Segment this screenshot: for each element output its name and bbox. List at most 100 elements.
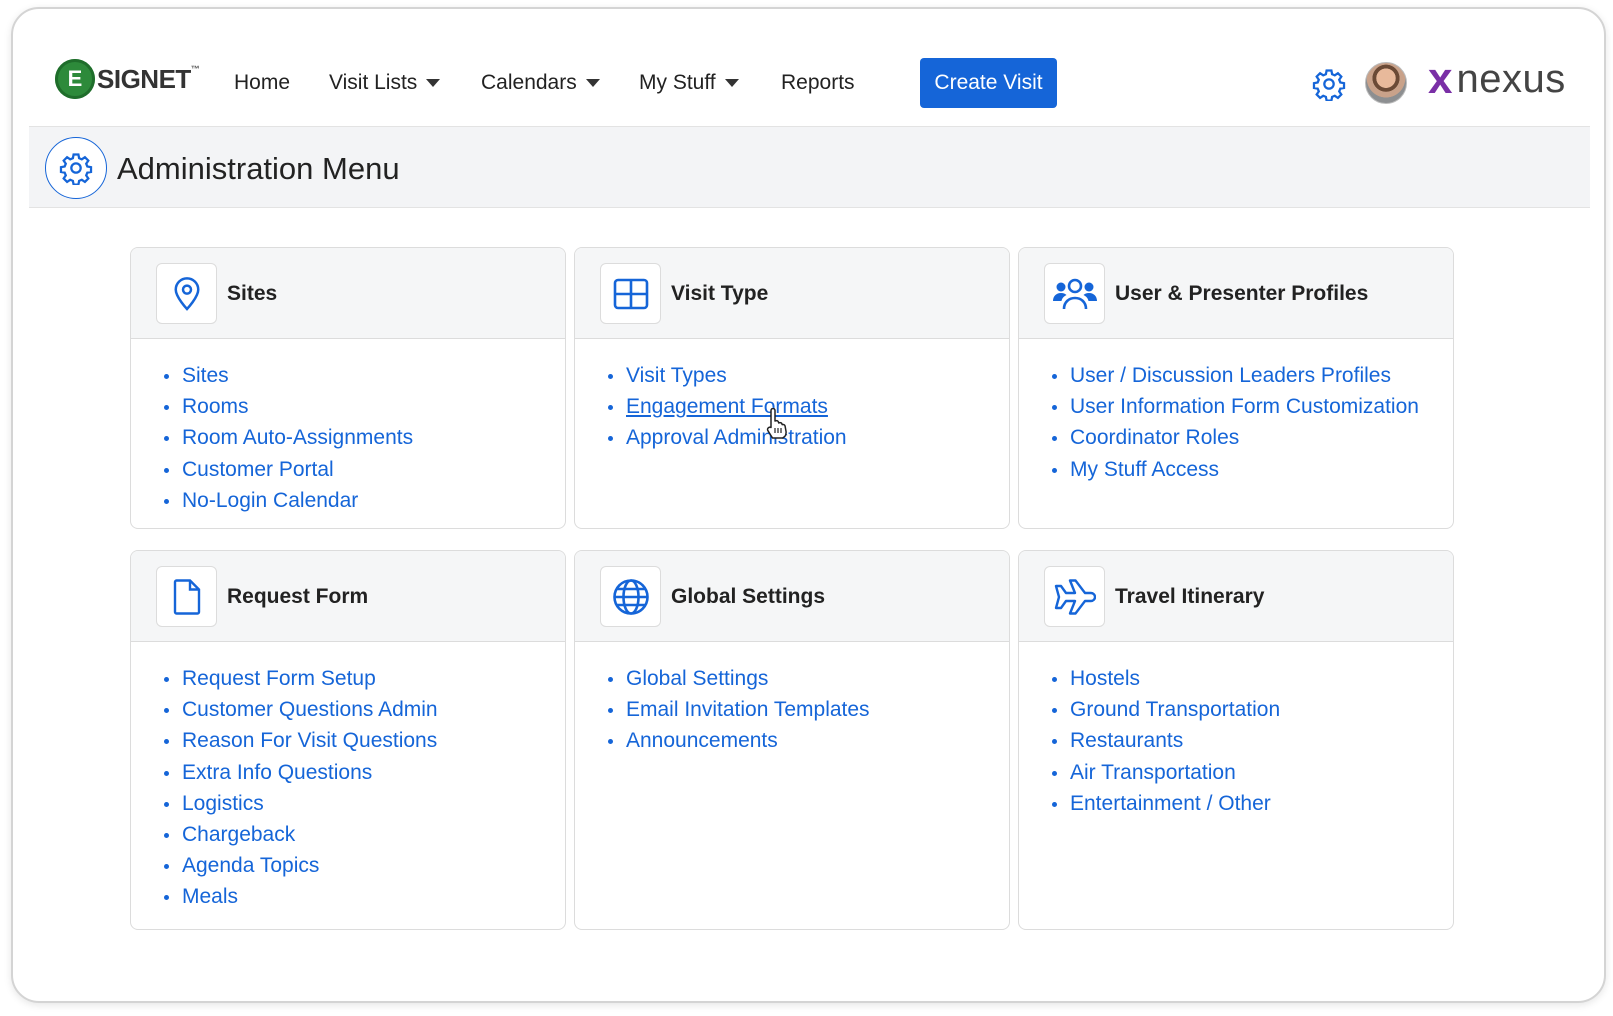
card-title: Sites	[227, 282, 278, 305]
nav-my-stuff[interactable]: My Stuff	[639, 71, 739, 95]
list-item: Customer Questions Admin	[164, 697, 565, 728]
link-ground-transportation[interactable]: Ground Transportation	[1070, 697, 1280, 723]
link-room-auto-assignments[interactable]: Room Auto-Assignments	[182, 425, 413, 451]
card-travel-itinerary: Travel Itinerary Hostels Ground Transpor…	[1018, 550, 1454, 930]
link-user-information-form-customization[interactable]: User Information Form Customization	[1070, 394, 1419, 420]
link-customer-portal[interactable]: Customer Portal	[182, 457, 334, 483]
chevron-down-icon	[585, 79, 600, 87]
bullet	[164, 405, 169, 411]
list-item: Sites	[164, 363, 565, 394]
link-restaurants[interactable]: Restaurants	[1070, 728, 1183, 754]
list-item: Meals	[164, 884, 565, 915]
link-approval-administration[interactable]: Approval Administration	[626, 425, 847, 451]
link-request-form-setup[interactable]: Request Form Setup	[182, 666, 376, 692]
link-list: Request Form Setup Customer Questions Ad…	[131, 642, 565, 916]
signet-logo-badge: E	[55, 59, 95, 99]
bullet	[164, 498, 169, 504]
list-item: Logistics	[164, 791, 565, 822]
settings-gear-icon[interactable]	[1312, 67, 1346, 101]
list-item: Entertainment / Other	[1052, 791, 1453, 822]
link-chargeback[interactable]: Chargeback	[182, 822, 295, 848]
nav-visit-lists-label: Visit Lists	[329, 71, 418, 94]
card-header: Global Settings	[575, 551, 1009, 642]
link-logistics[interactable]: Logistics	[182, 791, 264, 817]
nav-home[interactable]: Home	[234, 71, 290, 95]
card-global-settings: Global Settings Global Settings Email In…	[574, 550, 1010, 930]
admin-gear-icon	[45, 137, 107, 199]
link-rooms[interactable]: Rooms	[182, 394, 249, 420]
bullet	[1052, 739, 1057, 745]
link-my-stuff-access[interactable]: My Stuff Access	[1070, 457, 1219, 483]
card-sites: Sites Sites Rooms Room Auto-Assignments …	[130, 247, 566, 529]
link-entertainment-other[interactable]: Entertainment / Other	[1070, 791, 1271, 817]
link-coordinator-roles[interactable]: Coordinator Roles	[1070, 425, 1239, 451]
link-air-transportation[interactable]: Air Transportation	[1070, 760, 1236, 786]
link-user-discussion-leaders-profiles[interactable]: User / Discussion Leaders Profiles	[1070, 363, 1391, 389]
signet-logo-text: SIGNET™	[97, 63, 200, 95]
link-announcements[interactable]: Announcements	[626, 728, 778, 754]
list-item: Visit Types	[608, 363, 1009, 394]
bullet	[608, 677, 613, 682]
list-item: Air Transportation	[1052, 760, 1453, 791]
list-item: Agenda Topics	[164, 853, 565, 884]
document-icon	[156, 566, 217, 627]
list-item: Hostels	[1052, 666, 1453, 697]
signet-logo-wordmark: SIGNET	[97, 63, 191, 94]
app-window: E SIGNET™ Home Visit Lists Calendars My …	[11, 7, 1606, 1003]
nav-calendars[interactable]: Calendars	[481, 71, 600, 95]
bullet	[1052, 708, 1057, 714]
bullet	[1052, 677, 1057, 682]
link-meals[interactable]: Meals	[182, 884, 238, 910]
link-sites[interactable]: Sites	[182, 363, 229, 389]
nav-visit-lists[interactable]: Visit Lists	[329, 71, 441, 95]
list-item: User Information Form Customization	[1052, 394, 1453, 425]
list-item: User / Discussion Leaders Profiles	[1052, 363, 1453, 394]
list-item: Extra Info Questions	[164, 760, 565, 791]
link-extra-info-questions[interactable]: Extra Info Questions	[182, 760, 372, 786]
list-item: Announcements	[608, 728, 1009, 759]
chevron-down-icon	[426, 79, 441, 87]
nav-reports[interactable]: Reports	[781, 71, 855, 95]
list-item: Chargeback	[164, 822, 565, 853]
link-reason-for-visit-questions[interactable]: Reason For Visit Questions	[182, 728, 437, 754]
bullet	[608, 405, 613, 411]
bullet	[164, 770, 169, 776]
list-item: Room Auto-Assignments	[164, 425, 565, 456]
link-no-login-calendar[interactable]: No-Login Calendar	[182, 488, 358, 514]
list-item: Rooms	[164, 394, 565, 425]
list-item: My Stuff Access	[1052, 457, 1453, 488]
bullet	[1052, 436, 1057, 442]
list-item: Restaurants	[1052, 728, 1453, 759]
nav-reports-label: Reports	[781, 71, 855, 94]
nav-home-label: Home	[234, 71, 291, 94]
bullet	[1052, 770, 1057, 776]
trademark-mark: ™	[190, 63, 200, 74]
signet-logo[interactable]: E SIGNET™	[55, 59, 200, 99]
list-item: Approval Administration	[608, 425, 1009, 456]
link-engagement-formats[interactable]: Engagement Formats	[626, 394, 828, 420]
list-item: Reason For Visit Questions	[164, 728, 565, 759]
user-avatar[interactable]	[1365, 62, 1407, 104]
bullet	[164, 677, 169, 682]
link-customer-questions-admin[interactable]: Customer Questions Admin	[182, 697, 438, 723]
bullet	[608, 708, 613, 714]
link-visit-types[interactable]: Visit Types	[626, 363, 727, 389]
chevron-down-icon	[724, 79, 739, 87]
link-list: Global Settings Email Invitation Templat…	[575, 642, 1009, 760]
link-email-invitation-templates[interactable]: Email Invitation Templates	[626, 697, 870, 723]
link-global-settings[interactable]: Global Settings	[626, 666, 768, 692]
bullet	[164, 708, 169, 714]
airplane-icon	[1044, 566, 1105, 627]
card-title: User & Presenter Profiles	[1115, 282, 1369, 305]
card-header: User & Presenter Profiles	[1019, 248, 1453, 339]
link-hostels[interactable]: Hostels	[1070, 666, 1140, 692]
list-item: Coordinator Roles	[1052, 425, 1453, 456]
card-title: Global Settings	[671, 585, 826, 608]
bullet	[164, 436, 169, 442]
create-visit-button[interactable]: Create Visit	[920, 58, 1057, 108]
bullet	[1052, 405, 1057, 411]
link-agenda-topics[interactable]: Agenda Topics	[182, 853, 319, 879]
list-item: No-Login Calendar	[164, 488, 565, 519]
bullet	[608, 374, 613, 379]
list-item: Request Form Setup	[164, 666, 565, 697]
